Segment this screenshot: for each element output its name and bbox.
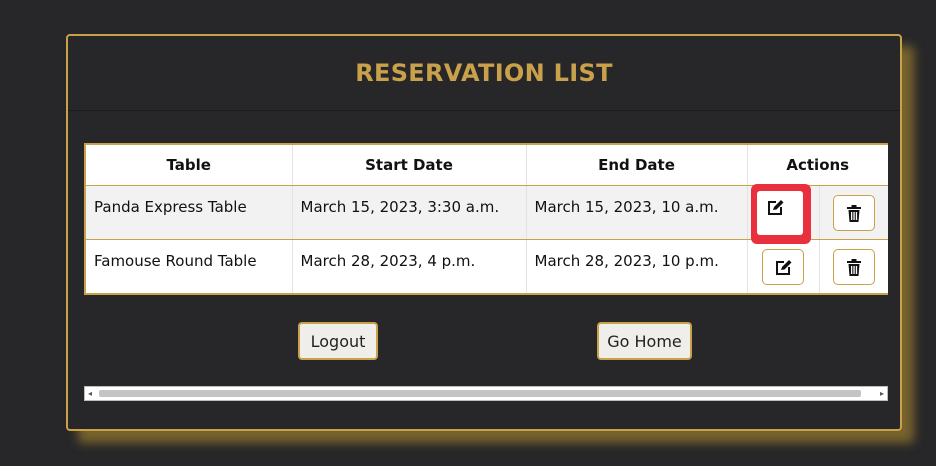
cell-start-date: March 15, 2023, 3:30 a.m. (292, 185, 527, 240)
column-header-table: Table (85, 144, 293, 186)
cell-edit (747, 239, 820, 294)
trash-icon (846, 259, 861, 276)
scroll-left-arrow[interactable]: ◂ (88, 389, 92, 398)
edit-button-highlighted[interactable] (751, 184, 811, 244)
column-header-actions: Actions (747, 144, 888, 186)
column-header-end-date: End Date (526, 144, 748, 186)
reservation-card: RESERVATION LIST Table Start Date End Da… (66, 34, 902, 431)
cell-end-date: March 28, 2023, 10 p.m. (526, 239, 748, 294)
delete-button[interactable] (832, 249, 875, 285)
cell-table-name: Famouse Round Table (85, 239, 293, 294)
edit-icon (776, 260, 792, 275)
cell-table-name: Panda Express Table (85, 185, 293, 240)
table-header-row: Table Start Date End Date Actions (85, 144, 888, 186)
horizontal-scrollbar[interactable]: ◂ ▸ (84, 386, 888, 401)
column-header-start-date: Start Date (292, 144, 527, 186)
scroll-right-arrow[interactable]: ▸ (880, 389, 884, 398)
table-row: Famouse Round Table March 28, 2023, 4 p.… (85, 239, 888, 294)
cell-start-date: March 28, 2023, 4 p.m. (292, 239, 527, 294)
cell-end-date: March 15, 2023, 10 a.m. (526, 185, 748, 240)
trash-icon (846, 205, 861, 222)
edit-button[interactable] (762, 249, 804, 285)
page-title: RESERVATION LIST (355, 59, 613, 87)
edit-icon (768, 200, 784, 215)
card-header: RESERVATION LIST (68, 36, 900, 111)
go-home-button[interactable]: Go Home (597, 322, 692, 360)
scrollbar-thumb[interactable] (99, 390, 861, 397)
delete-button[interactable] (832, 195, 875, 231)
cell-delete (819, 239, 888, 294)
cell-delete (819, 185, 888, 240)
logout-button[interactable]: Logout (298, 322, 378, 360)
